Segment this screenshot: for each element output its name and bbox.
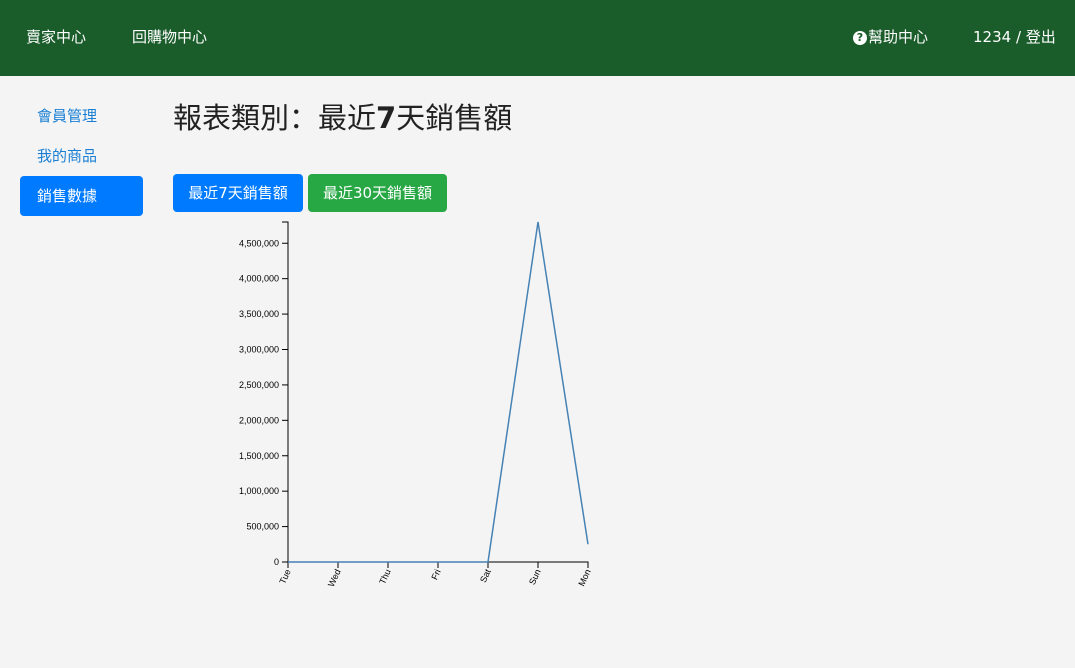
y-axis-line [282,221,289,563]
page-title-prefix: 報表類別：最近 [173,101,377,135]
y-axis-tick-label: 3,000,000 [239,345,279,355]
x-axis-tick-label: Fri [429,568,443,582]
y-axis-tick-label: 1,000,000 [239,486,279,496]
y-axis-tick-label: 3,500,000 [239,309,279,319]
help-center-link[interactable]: ? 幫助中心 [853,26,928,47]
nav-seller-center-link[interactable]: 賣家中心 [26,26,86,47]
x-axis-tick-label: Sun [527,568,543,587]
x-axis-tick-label: Thu [377,568,393,586]
sales-line-chart: 0 500,000 1,000,000 1,500,000 2,000,000 2,500… [239,221,593,589]
sidebar-item-my-products[interactable]: 我的商品 [20,136,143,176]
y-axis-tick-label: 2,500,000 [239,380,279,390]
user-logout-link[interactable]: 1234 / 登出 [973,26,1056,47]
x-axis-tick-label: Tue [277,568,292,586]
y-axis-tick-label: 500,000 [246,522,279,532]
page-title-number: 7 [376,101,397,135]
last-7-days-sales-button[interactable]: 最近7天銷售額 [173,174,303,212]
y-axis-tick-label: 1,500,000 [239,451,279,461]
x-axis-tick-label: Mon [576,568,592,588]
y-axis-tick-label: 4,000,000 [239,274,279,284]
sales-series-line [288,221,589,563]
question-circle-icon: ? [853,31,867,45]
page-title-suffix: 天銷售額 [396,101,513,135]
y-axis-tick-label: 0 [274,557,279,567]
sidebar-item-sales-data[interactable]: 銷售數據 [20,176,143,216]
sidebar-item-member-management[interactable]: 會員管理 [20,96,143,136]
page-title: 報表類別：最近7天銷售額 [173,95,512,137]
help-center-label: 幫助中心 [868,28,929,46]
nav-back-to-shopping-link[interactable]: 回購物中心 [132,26,207,47]
x-axis-tick-label: Wed [326,568,343,589]
x-axis-tick-label: Sat [478,567,493,584]
last-30-days-sales-button[interactable]: 最近30天銷售額 [308,174,447,212]
y-axis-tick-label: 4,500,000 [239,238,279,248]
y-axis-tick-label: 2,000,000 [239,415,279,425]
top-navbar: 賣家中心 回購物中心 ? 幫助中心 1234 / 登出 [0,0,1075,76]
